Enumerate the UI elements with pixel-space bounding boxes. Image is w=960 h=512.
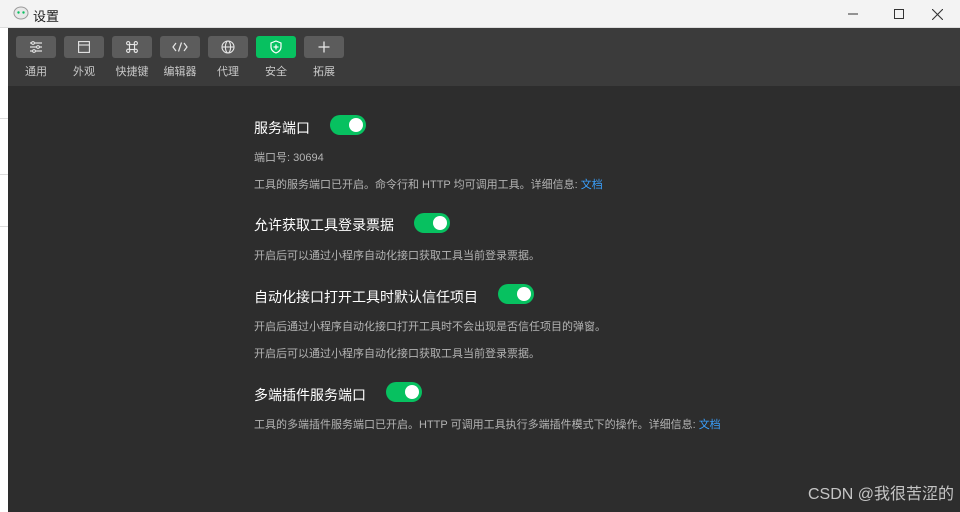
trust-project-toggle[interactable]	[498, 284, 534, 304]
background-window-edge	[0, 28, 8, 512]
trust-project-description-2: 开启后可以通过小程序自动化接口获取工具当前登录票据。	[254, 348, 540, 360]
shortcut-icon	[126, 41, 138, 53]
toggle-knob	[349, 118, 363, 132]
service-port-number: 端口号: 30694	[254, 152, 324, 164]
tab-editor-label: 编辑器	[163, 66, 197, 78]
tab-appearance-label: 外观	[73, 66, 95, 78]
editor-icon	[172, 42, 188, 52]
settings-content: 服务端口 端口号: 30694 工具的服务端口已开启。命令行和 HTTP 均可调…	[8, 86, 960, 512]
tab-extensions[interactable]: 拓展	[304, 36, 344, 79]
tab-general-button[interactable]	[16, 36, 56, 58]
tab-appearance-button[interactable]	[64, 36, 104, 58]
service-port-desc-text: 工具的服务端口已开启。命令行和 HTTP 均可调用工具。详细信息:	[254, 179, 581, 191]
multi-plugin-port-toggle[interactable]	[386, 382, 422, 402]
tab-editor-button[interactable]	[160, 36, 200, 58]
plus-icon	[318, 41, 330, 53]
login-ticket-toggle[interactable]	[414, 213, 450, 233]
toggle-knob	[405, 385, 419, 399]
multi-plugin-desc-text: 工具的多端插件服务端口已开启。HTTP 可调用工具执行多端插件模式下的操作。详细…	[254, 419, 699, 431]
maximize-icon	[894, 9, 904, 19]
service-port-description: 工具的服务端口已开启。命令行和 HTTP 均可调用工具。详细信息: 文档	[254, 176, 603, 192]
multi-plugin-docs-link[interactable]: 文档	[699, 419, 721, 431]
tab-shortcuts[interactable]: 快捷键	[112, 36, 152, 79]
tab-proxy-label: 代理	[217, 66, 239, 78]
tab-general-label: 通用	[25, 66, 47, 78]
tab-security-label: 安全	[265, 66, 287, 78]
tab-proxy[interactable]: 代理	[208, 36, 248, 79]
tab-shortcuts-button[interactable]	[112, 36, 152, 58]
settings-toolbar: 通用 外观 快捷键 编辑器 代理 安全 拓展	[8, 28, 960, 86]
tab-extensions-label: 拓展	[313, 66, 335, 78]
toggle-knob	[433, 216, 447, 230]
app-logo-icon	[13, 6, 29, 20]
service-port-docs-link[interactable]: 文档	[581, 179, 603, 191]
minimize-button[interactable]	[830, 0, 876, 28]
service-port-toggle[interactable]	[330, 115, 366, 135]
tab-proxy-button[interactable]	[208, 36, 248, 58]
tab-editor[interactable]: 编辑器	[160, 36, 200, 79]
tab-appearance[interactable]: 外观	[64, 36, 104, 79]
close-icon	[931, 8, 943, 20]
tab-shortcuts-label: 快捷键	[115, 66, 149, 78]
service-port-title: 服务端口	[254, 120, 310, 136]
appearance-icon	[78, 41, 90, 53]
close-button[interactable]	[914, 0, 960, 28]
shield-icon	[270, 40, 282, 54]
tab-security[interactable]: 安全	[256, 36, 296, 79]
title-bar: 设置	[0, 0, 960, 28]
toggle-knob	[517, 287, 531, 301]
tab-extensions-button[interactable]	[304, 36, 344, 58]
multi-plugin-port-title: 多端插件服务端口	[254, 387, 366, 403]
trust-project-title: 自动化接口打开工具时默认信任项目	[254, 289, 478, 305]
watermark: CSDN @我很苦涩的	[807, 486, 954, 503]
tab-security-button[interactable]	[256, 36, 296, 58]
window-title: 设置	[33, 9, 60, 24]
login-ticket-title: 允许获取工具登录票据	[254, 217, 394, 233]
multi-plugin-port-description: 工具的多端插件服务端口已开启。HTTP 可调用工具执行多端插件模式下的操作。详细…	[254, 416, 721, 432]
minimize-icon	[848, 13, 858, 15]
login-ticket-description: 开启后可以通过小程序自动化接口获取工具当前登录票据。	[254, 250, 540, 262]
globe-icon	[221, 40, 235, 54]
trust-project-description-1: 开启后通过小程序自动化接口打开工具时不会出现是否信任项目的弹窗。	[254, 321, 606, 333]
tab-general[interactable]: 通用	[16, 36, 56, 79]
general-icon	[30, 41, 42, 53]
